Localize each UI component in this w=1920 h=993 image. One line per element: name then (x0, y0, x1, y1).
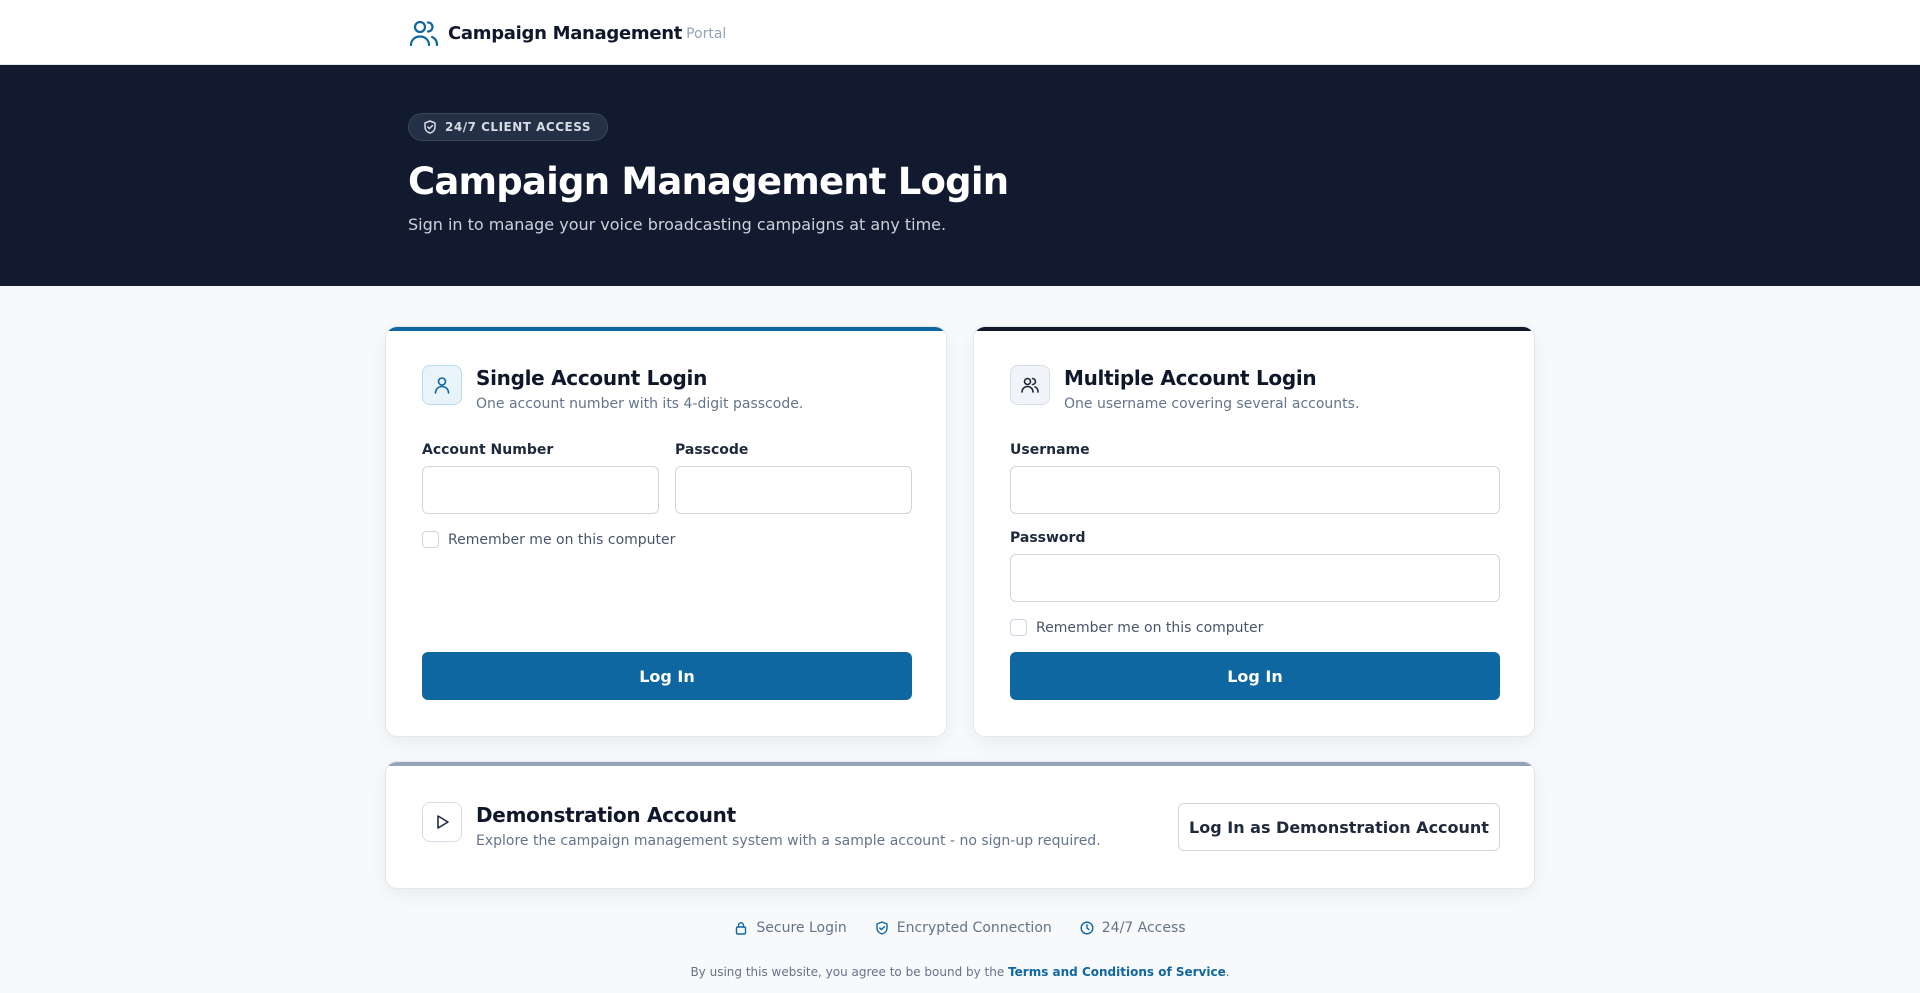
feature-label: Encrypted Connection (896, 920, 1052, 936)
terms-link[interactable]: Terms and Conditions of Service (1008, 965, 1226, 979)
users-icon (1010, 365, 1050, 405)
page-subtitle: Sign in to manage your voice broadcastin… (408, 215, 947, 234)
demo-login-button[interactable]: Log In as Demonstration Account (1178, 803, 1500, 851)
remember-me-label: Remember me on this computer (448, 531, 676, 548)
feature-24-7-access: 24/7 Access (1080, 920, 1186, 936)
passcode-label: Passcode (675, 442, 749, 458)
account-number-input[interactable] (422, 466, 659, 514)
remember-me-label: Remember me on this computer (1036, 619, 1264, 636)
top-navigation-bar: Campaign Management Portal (0, 0, 1920, 65)
badge-label: 24/7 CLIENT ACCESS (445, 120, 591, 134)
clock-icon (1080, 921, 1094, 935)
checkbox-box[interactable] (1010, 619, 1027, 636)
shield-check-icon (423, 120, 437, 134)
user-icon (422, 365, 462, 405)
card-description: One username covering several accounts. (1064, 396, 1360, 412)
password-input[interactable] (1010, 554, 1500, 602)
demonstration-account-card: Demonstration Account Explore the campai… (385, 761, 1535, 889)
lock-icon (734, 921, 748, 935)
hero-banner: 24/7 CLIENT ACCESS Campaign Management L… (0, 65, 1920, 286)
security-features: Secure Login Encrypted Connection 24/7 A… (0, 920, 1920, 936)
page-title: Campaign Management Login (408, 160, 1009, 203)
feature-label: 24/7 Access (1101, 920, 1186, 936)
terms-suffix: . (1225, 965, 1230, 979)
card-accent-line (386, 327, 946, 331)
feature-label: Secure Login (756, 920, 847, 936)
play-icon (422, 802, 462, 842)
card-description: Explore the campaign management system w… (476, 833, 1101, 849)
terms-notice: By using this website, you agree to be b… (0, 965, 1920, 979)
passcode-input[interactable] (675, 466, 912, 514)
feature-secure-login: Secure Login (734, 920, 847, 936)
shield-check-icon (875, 921, 889, 935)
brand-subtitle: Portal (686, 26, 727, 42)
username-input[interactable] (1010, 466, 1500, 514)
remember-me-checkbox[interactable]: Remember me on this computer (1010, 619, 1263, 636)
brand[interactable]: Campaign Management Portal (408, 17, 726, 49)
brand-name: Campaign Management (448, 22, 683, 44)
card-description: One account number with its 4-digit pass… (476, 396, 804, 412)
password-label: Password (1010, 530, 1086, 546)
multiple-login-button[interactable]: Log In (1010, 652, 1500, 700)
client-access-badge: 24/7 CLIENT ACCESS (408, 113, 608, 141)
multiple-account-card: Multiple Account Login One username cove… (973, 326, 1535, 737)
card-title: Multiple Account Login (1064, 366, 1317, 390)
card-title: Single Account Login (476, 366, 708, 390)
account-number-label: Account Number (422, 442, 554, 458)
card-accent-line (386, 762, 1534, 766)
checkbox-box[interactable] (422, 531, 439, 548)
feature-encrypted-connection: Encrypted Connection (875, 920, 1052, 936)
single-account-card: Single Account Login One account number … (385, 326, 947, 737)
single-login-button[interactable]: Log In (422, 652, 912, 700)
username-label: Username (1010, 442, 1090, 458)
users-icon (408, 17, 440, 49)
card-accent-line (974, 327, 1534, 331)
terms-prefix: By using this website, you agree to be b… (690, 965, 1005, 979)
remember-me-checkbox[interactable]: Remember me on this computer (422, 531, 675, 548)
card-title: Demonstration Account (476, 803, 736, 827)
